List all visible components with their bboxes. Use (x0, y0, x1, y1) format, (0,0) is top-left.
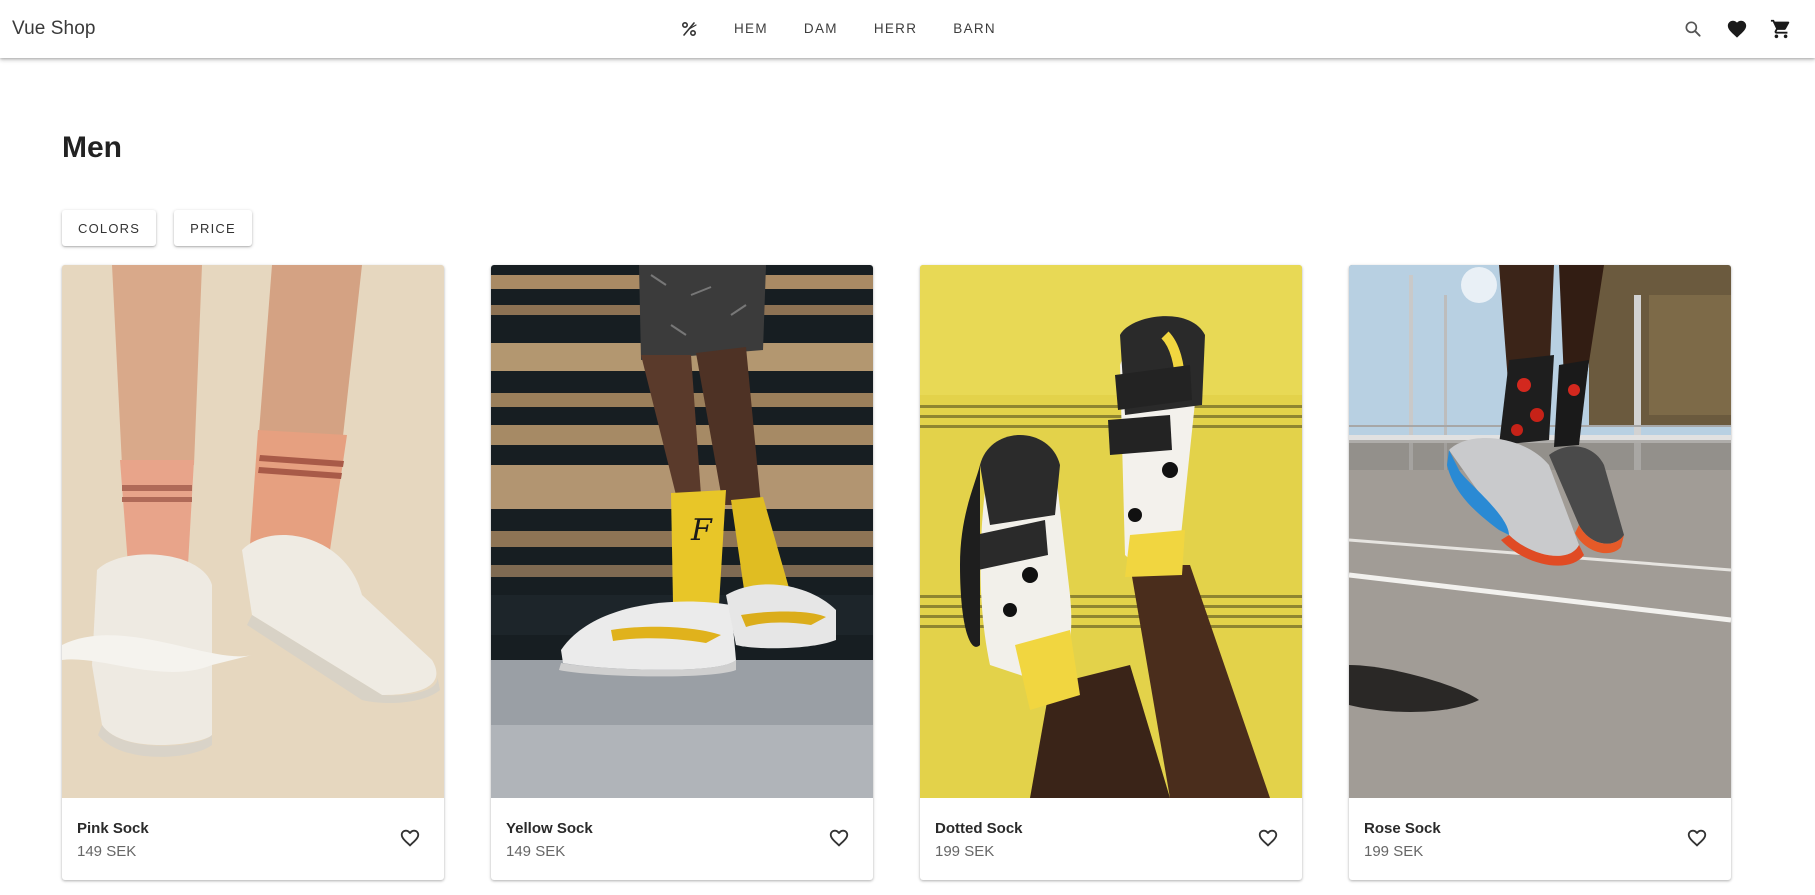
brand-title[interactable]: Vue Shop (12, 0, 96, 58)
favorite-button[interactable] (1248, 818, 1288, 858)
nav-item-hem[interactable]: HEM (716, 0, 786, 58)
heart-outline-icon (1687, 829, 1707, 847)
product-name[interactable]: Yellow Sock (506, 820, 593, 837)
svg-text:F: F (690, 513, 713, 548)
nav-item-dam[interactable]: DAM (786, 0, 856, 58)
product-price: 199 SEK (935, 843, 995, 860)
heart-outline-icon (829, 829, 849, 847)
nav-item-barn[interactable]: BARN (935, 0, 1014, 58)
product-name[interactable]: Rose Sock (1364, 820, 1441, 837)
nav-item-herr[interactable]: HERR (856, 0, 935, 58)
cart-icon (1770, 19, 1790, 39)
favorites-button[interactable] (1715, 7, 1759, 51)
nav-item-sale[interactable] (674, 0, 704, 58)
product-price: 199 SEK (1364, 843, 1424, 860)
product-price: 149 SEK (506, 843, 566, 860)
search-button[interactable] (1671, 7, 1715, 51)
product-card[interactable]: Pink Sock 149 SEK (62, 265, 444, 880)
product-info: Pink Sock 149 SEK (62, 798, 444, 880)
filter-bar: COLORS PRICE (62, 210, 270, 246)
search-icon (1685, 21, 1701, 37)
product-card[interactable]: Rose Sock 199 SEK (1349, 265, 1731, 880)
favorite-button[interactable] (390, 818, 430, 858)
price-filter-button[interactable]: PRICE (174, 210, 252, 246)
cart-button[interactable] (1759, 7, 1803, 51)
product-name[interactable]: Dotted Sock (935, 820, 1023, 837)
product-image[interactable] (920, 265, 1302, 798)
product-image[interactable]: F (491, 265, 873, 798)
page-title: Men (62, 131, 122, 164)
favorite-button[interactable] (1677, 818, 1717, 858)
product-image[interactable] (62, 265, 444, 798)
colors-filter-button[interactable]: COLORS (62, 210, 157, 246)
product-card[interactable]: F Yellow Sock 149 SEK (491, 265, 873, 880)
product-price: 149 SEK (77, 843, 137, 860)
product-info: Yellow Sock 149 SEK (491, 798, 873, 880)
product-info: Rose Sock 199 SEK (1349, 798, 1731, 880)
product-card[interactable]: Dotted Sock 199 SEK (920, 265, 1302, 880)
percent-icon (681, 21, 697, 37)
product-info: Dotted Sock 199 SEK (920, 798, 1302, 880)
product-name[interactable]: Pink Sock (77, 820, 149, 837)
product-image[interactable] (1349, 265, 1731, 798)
heart-icon (1727, 20, 1747, 38)
product-grid: Pink Sock 149 SEK F Yellow Sock 149 SEK … (62, 265, 1731, 880)
app-bar: Vue Shop HEM DAM HERR BARN (0, 0, 1815, 58)
heart-outline-icon (400, 829, 420, 847)
main-nav: HEM DAM HERR BARN (674, 0, 1014, 58)
heart-outline-icon (1258, 829, 1278, 847)
header-actions (1671, 0, 1803, 58)
favorite-button[interactable] (819, 818, 859, 858)
